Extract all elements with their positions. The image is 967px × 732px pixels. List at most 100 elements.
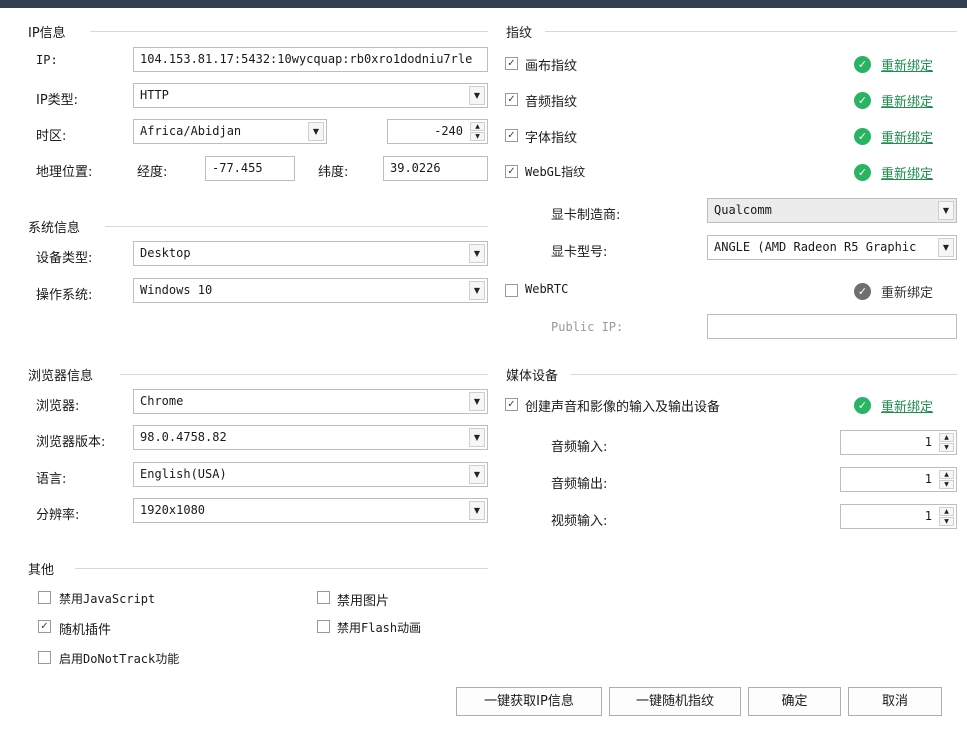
spin-down-icon[interactable]: ▼ — [939, 517, 954, 526]
disable-flash-checkbox[interactable] — [317, 620, 330, 633]
timezone-offset-value: -240 — [434, 124, 463, 138]
check-circle-icon: ✓ — [854, 92, 871, 109]
spin-up-icon[interactable]: ▲ — [470, 122, 485, 131]
random-plugins-checkbox[interactable]: ✓ — [38, 620, 51, 633]
random-plugins-label: 随机插件 — [59, 623, 112, 638]
spin-down-icon[interactable]: ▼ — [470, 132, 485, 141]
audio-fp-label: 音频指纹 — [525, 95, 578, 110]
canvas-rebind-link[interactable]: 重新绑定 — [881, 55, 933, 74]
gpu-vendor-label: 显卡制造商: — [551, 208, 621, 223]
canvas-fp-label: 画布指纹 — [525, 59, 578, 74]
chevron-down-icon[interactable]: ▼ — [469, 244, 485, 263]
ip-type-select[interactable]: HTTP ▼ — [133, 83, 488, 108]
audio-input-stepper[interactable]: 1 ▲ ▼ — [840, 430, 957, 455]
audio-input-label: 音频输入: — [551, 440, 608, 455]
webgl-fp-label: WebGL指纹 — [525, 165, 586, 179]
ip-input[interactable]: 104.153.81.17:5432:10wycquap:rb0xro1dodn… — [133, 47, 488, 72]
cancel-button[interactable]: 取消 — [848, 687, 942, 716]
browser-select[interactable]: Chrome ▼ — [133, 389, 488, 414]
media-section-title: 媒体设备 — [506, 365, 569, 384]
chevron-down-icon[interactable]: ▼ — [938, 201, 954, 220]
spin-down-icon[interactable]: ▼ — [939, 480, 954, 489]
spin-up-icon[interactable]: ▲ — [939, 470, 954, 479]
check-circle-icon: ✓ — [854, 164, 871, 181]
public-ip-input[interactable] — [707, 314, 957, 339]
audio-rebind-link[interactable]: 重新绑定 — [881, 91, 933, 110]
timezone-offset-stepper[interactable]: -240 ▲ ▼ — [387, 119, 488, 144]
timezone-label: 时区: — [36, 129, 67, 144]
disable-images-label: 禁用图片 — [337, 594, 390, 609]
system-section-title: 系统信息 — [28, 217, 91, 236]
media-rebind-link[interactable]: 重新绑定 — [881, 396, 933, 415]
resolution-select[interactable]: 1920x1080 ▼ — [133, 498, 488, 523]
video-input-label: 视频输入: — [551, 514, 608, 529]
gpu-model-select[interactable]: ANGLE (AMD Radeon R5 Graphic ▼ — [707, 235, 957, 260]
chevron-down-icon[interactable]: ▼ — [469, 428, 485, 447]
browser-version-value: 98.0.4758.82 — [140, 430, 227, 444]
webgl-fp-checkbox[interactable]: ✓ — [505, 165, 518, 178]
language-label: 语言: — [36, 472, 67, 487]
timezone-select[interactable]: Africa/Abidjan ▼ — [133, 119, 327, 144]
webrtc-rebind-link[interactable]: 重新绑定 — [881, 282, 933, 301]
dnt-label: 启用DoNotTrack功能 — [59, 652, 180, 666]
font-fp-label: 字体指纹 — [525, 131, 578, 146]
create-devices-checkbox[interactable]: ✓ — [505, 398, 518, 411]
video-input-value: 1 — [924, 509, 932, 523]
other-section-divider — [75, 568, 488, 569]
canvas-fp-checkbox[interactable]: ✓ — [505, 57, 518, 70]
get-ip-info-button[interactable]: 一键获取IP信息 — [456, 687, 602, 716]
spin-up-icon[interactable]: ▲ — [939, 433, 954, 442]
fingerprint-section-divider — [545, 31, 957, 32]
ip-type-value: HTTP — [140, 88, 169, 102]
geo-label: 地理位置: — [36, 165, 93, 180]
dnt-checkbox[interactable] — [38, 651, 51, 664]
disable-images-checkbox[interactable] — [317, 591, 330, 604]
audio-output-label: 音频输出: — [551, 477, 608, 492]
language-value: English(USA) — [140, 467, 227, 481]
check-circle-icon: ✓ — [854, 397, 871, 414]
check-circle-icon: ✓ — [854, 128, 871, 145]
chevron-down-icon[interactable]: ▼ — [469, 392, 485, 411]
resolution-value: 1920x1080 — [140, 503, 206, 517]
font-rebind-link[interactable]: 重新绑定 — [881, 127, 933, 146]
chevron-down-icon[interactable]: ▼ — [938, 238, 954, 257]
device-type-select[interactable]: Desktop ▼ — [133, 241, 488, 266]
gpu-vendor-select[interactable]: Qualcomm ▼ — [707, 198, 957, 223]
public-ip-label: Public IP: — [551, 320, 624, 334]
longitude-input[interactable]: -77.455 — [205, 156, 295, 181]
spin-up-icon[interactable]: ▲ — [939, 507, 954, 516]
create-devices-label: 创建声音和影像的输入及输出设备 — [525, 400, 721, 415]
random-fingerprint-button[interactable]: 一键随机指纹 — [609, 687, 741, 716]
spin-down-icon[interactable]: ▼ — [939, 443, 954, 452]
latitude-input[interactable]: 39.0226 — [383, 156, 488, 181]
audio-output-stepper[interactable]: 1 ▲ ▼ — [840, 467, 957, 492]
webrtc-checkbox[interactable] — [505, 284, 518, 297]
chevron-down-icon[interactable]: ▼ — [469, 465, 485, 484]
os-select[interactable]: Windows 10 ▼ — [133, 278, 488, 303]
chevron-down-icon[interactable]: ▼ — [469, 501, 485, 520]
other-section-title: 其他 — [28, 559, 65, 578]
language-select[interactable]: English(USA) ▼ — [133, 462, 488, 487]
browser-section-title: 浏览器信息 — [28, 365, 104, 384]
device-type-label: 设备类型: — [36, 251, 93, 266]
disable-js-label: 禁用JavaScript — [59, 592, 156, 606]
chevron-down-icon[interactable]: ▼ — [308, 122, 324, 141]
font-fp-checkbox[interactable]: ✓ — [505, 129, 518, 142]
media-section-divider — [570, 374, 957, 375]
browser-version-label: 浏览器版本: — [36, 435, 106, 450]
fingerprint-section-title: 指纹 — [506, 22, 543, 41]
ok-button[interactable]: 确定 — [748, 687, 841, 716]
device-type-value: Desktop — [140, 246, 191, 260]
browser-label: 浏览器: — [36, 399, 80, 414]
os-value: Windows 10 — [140, 283, 213, 297]
chevron-down-icon[interactable]: ▼ — [469, 281, 485, 300]
browser-version-select[interactable]: 98.0.4758.82 ▼ — [133, 425, 488, 450]
webgl-rebind-link[interactable]: 重新绑定 — [881, 163, 933, 182]
timezone-value: Africa/Abidjan — [140, 124, 242, 138]
disable-js-checkbox[interactable] — [38, 591, 51, 604]
audio-fp-checkbox[interactable]: ✓ — [505, 93, 518, 106]
check-circle-icon: ✓ — [854, 56, 871, 73]
chevron-down-icon[interactable]: ▼ — [469, 86, 485, 105]
video-input-stepper[interactable]: 1 ▲ ▼ — [840, 504, 957, 529]
browser-value: Chrome — [140, 394, 184, 408]
